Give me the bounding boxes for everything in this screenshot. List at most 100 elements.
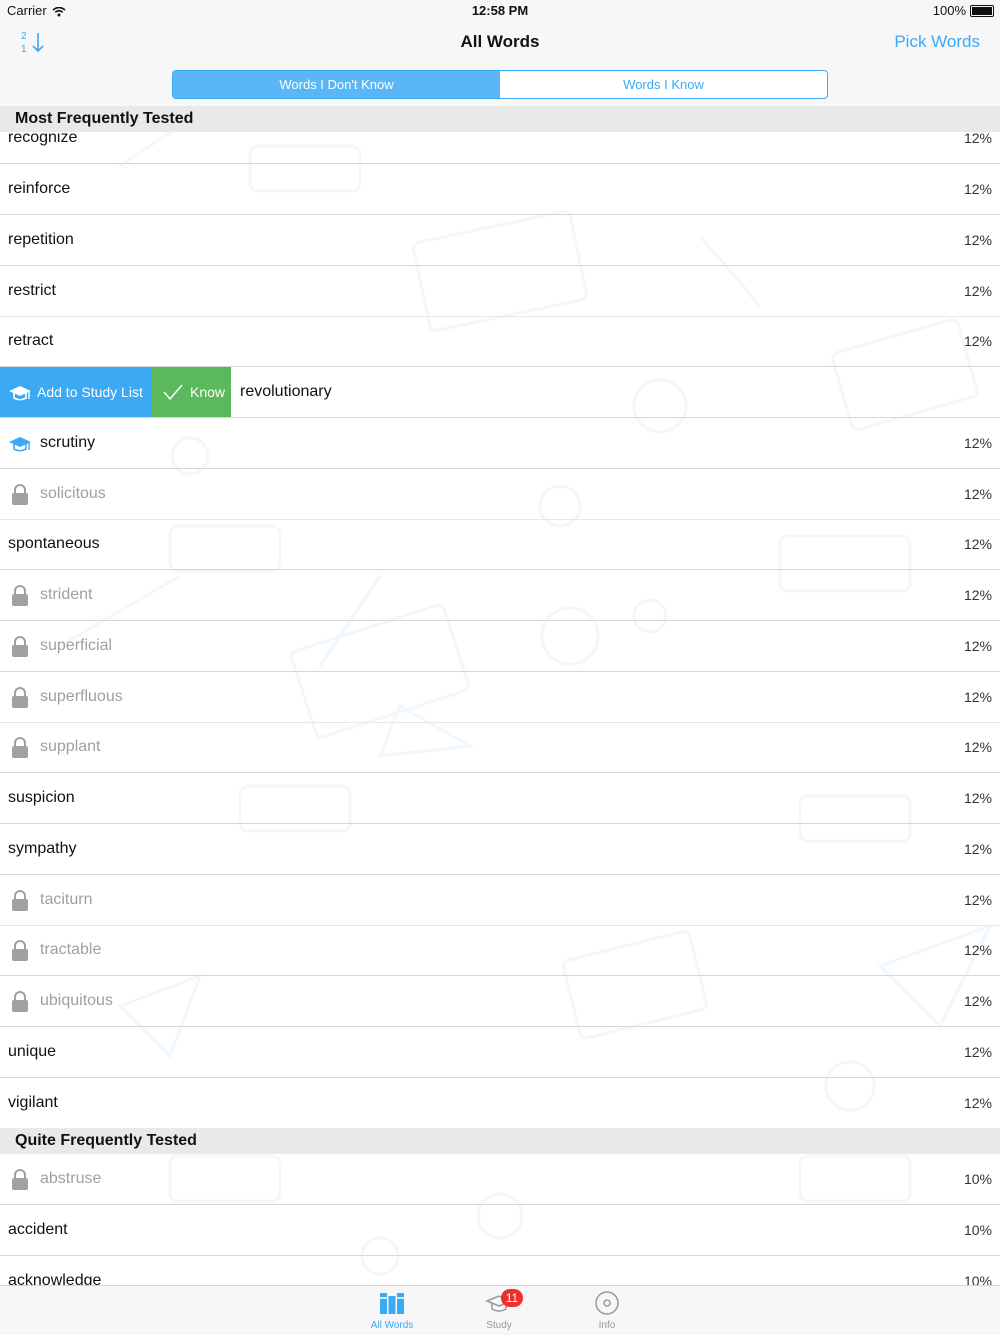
tab-label: All Words (370, 1320, 414, 1331)
word-label: vigilant (8, 1093, 58, 1111)
section-title: Quite Frequently Tested (15, 1132, 197, 1150)
lock-icon (12, 686, 28, 708)
frequency-percent: 12% (963, 282, 992, 299)
word-label: restrict (8, 281, 56, 299)
study-action-label: Add to Study List (37, 384, 143, 400)
word-label: ubiquitous (40, 992, 113, 1009)
word-row[interactable]: Add to Study List Know revolutionary (0, 367, 1000, 418)
word-label: unique (8, 1042, 57, 1060)
word-row[interactable]: repetition 12% (0, 214, 1000, 266)
lock-icon (12, 483, 28, 505)
status-bar: Carrier 12:58 PM 100% (0, 0, 1000, 22)
word-label: supplant (40, 738, 101, 756)
word-label: suspicion (8, 789, 75, 806)
books-icon (380, 1293, 404, 1314)
word-row[interactable]: sympathy 12% (0, 823, 1000, 875)
tab-info[interactable]: Info (567, 1286, 647, 1335)
word-label: taciturn (40, 890, 93, 908)
tab-all-words[interactable]: All Words (352, 1286, 432, 1335)
frequency-percent: 12% (963, 993, 992, 1009)
words-segmented-control: Words I Don't Know Words I Know (172, 70, 828, 99)
segment-words-know[interactable]: Words I Know (500, 71, 827, 98)
frequency-percent: 12% (963, 637, 992, 654)
section-header: Most Frequently Tested (0, 106, 1000, 132)
graduation-cap-icon (9, 386, 31, 401)
word-row[interactable]: supplant 12% (0, 722, 1000, 774)
battery-percent: 100% (932, 3, 966, 18)
lock-icon (12, 737, 28, 759)
lock-icon (12, 585, 28, 606)
word-label: retract (8, 332, 54, 350)
word-label: revolutionary (240, 383, 332, 400)
frequency-percent: 12% (963, 1043, 992, 1060)
tab-label: Info (598, 1320, 616, 1331)
word-row[interactable]: solicitous 12% (0, 468, 1000, 520)
tab-bar: All Words 11 Study Info (0, 1285, 1000, 1335)
know-button[interactable]: Know (152, 367, 231, 417)
battery-icon (970, 4, 994, 17)
frequency-percent: 12% (963, 840, 992, 857)
page-title: All Words (460, 32, 540, 51)
word-label: superficial (40, 636, 113, 654)
word-label: tractable (40, 941, 102, 959)
navigation-bar: 2 1 All Words Pick Words Words I Don't K… (0, 22, 1000, 106)
frequency-percent: 12% (963, 485, 992, 502)
word-row[interactable]: accident 10% (0, 1205, 1000, 1256)
word-row[interactable]: unique 12% (0, 1026, 1000, 1078)
section-header: Quite Frequently Tested (0, 1128, 1000, 1155)
word-label: repetition (8, 230, 74, 248)
pick-words-button[interactable]: Pick Words (894, 32, 980, 52)
lock-icon (12, 635, 28, 657)
word-row[interactable]: tractable 12% (0, 925, 1000, 977)
frequency-percent: 12% (963, 333, 992, 350)
segment-words-dont-know[interactable]: Words I Don't Know (173, 71, 500, 98)
status-time: 12:58 PM (471, 3, 529, 18)
word-row[interactable]: superficial 12% (0, 620, 1000, 672)
frequency-percent: 12% (963, 739, 992, 756)
info-disc-icon (595, 1291, 619, 1315)
frequency-percent: 12% (963, 181, 992, 197)
tab-study[interactable]: 11 Study (459, 1286, 539, 1335)
word-label: superfluous (40, 687, 123, 705)
word-row[interactable]: strident 12% (0, 570, 1000, 621)
frequency-percent: 12% (963, 231, 992, 248)
lock-icon (12, 1169, 28, 1191)
know-action-label: Know (190, 384, 226, 400)
word-label: acknowledge (8, 1271, 102, 1285)
word-row[interactable]: taciturn 12% (0, 874, 1000, 926)
word-label: reinforce (8, 180, 71, 197)
graduation-cap-icon (9, 436, 31, 452)
frequency-percent: 12% (963, 434, 992, 451)
word-label: spontaneous (8, 535, 100, 553)
word-row[interactable]: scrutiny 12% (0, 417, 1000, 469)
word-label: scrutiny (40, 433, 96, 451)
word-row[interactable]: vigilant 12% (0, 1077, 1000, 1129)
lock-icon (12, 940, 28, 962)
word-label: abstruse (40, 1170, 102, 1188)
section-title: Most Frequently Tested (15, 110, 194, 127)
lock-icon (12, 991, 28, 1012)
word-label: accident (8, 1221, 68, 1238)
add-to-study-list-button[interactable]: Add to Study List (0, 367, 152, 417)
checkmark-icon (163, 384, 183, 401)
frequency-percent: 12% (963, 587, 992, 603)
frequency-percent: 12% (963, 536, 992, 553)
frequency-percent: 10% (963, 1272, 992, 1285)
frequency-percent: 12% (963, 942, 992, 959)
word-row[interactable]: superfluous 12% (0, 671, 1000, 723)
word-row[interactable]: reinforce 12% (0, 164, 1000, 215)
word-list[interactable]: recognize 12% reinforce 12% repetition 12% res… (0, 106, 1000, 1285)
word-row[interactable]: ubiquitous 12% (0, 976, 1000, 1027)
word-label: strident (40, 586, 93, 603)
word-row[interactable]: acknowledge 10% (0, 1255, 1000, 1285)
word-row[interactable]: retract 12% (0, 316, 1000, 368)
word-row[interactable]: spontaneous 12% (0, 519, 1000, 571)
word-label: sympathy (8, 839, 77, 857)
word-label: solicitous (40, 484, 106, 502)
frequency-percent: 10% (963, 1171, 992, 1188)
word-row[interactable]: suspicion 12% (0, 773, 1000, 824)
frequency-percent: 10% (963, 1222, 992, 1238)
word-row[interactable]: abstruse 10% (0, 1154, 1000, 1206)
word-row[interactable]: restrict 12% (0, 265, 1000, 317)
study-count-badge: 11 (501, 1289, 523, 1307)
